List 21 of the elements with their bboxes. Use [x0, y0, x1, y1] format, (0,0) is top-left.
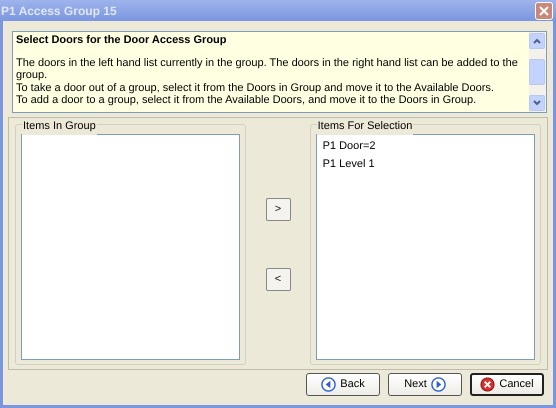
list-item[interactable]: P1 Level 1 — [322, 155, 528, 173]
close-icon — [539, 6, 549, 16]
group-title: Items In Group — [22, 118, 97, 134]
move-button[interactable]: < — [266, 268, 290, 291]
info-text: To take a door out of a group, select it from the Doors in Group and move it to the Available Doors. — [16, 82, 495, 94]
move-button[interactable]: > — [266, 198, 290, 221]
scroll-thumb[interactable] — [529, 59, 545, 85]
list-box[interactable]: P1 Door=2 P1 Level 1 — [316, 134, 535, 360]
list-item[interactable]: P1 Door=2 — [322, 137, 528, 155]
window-title: P1 Access Group 15 — [1, 2, 117, 20]
back-button[interactable]: Back — [306, 373, 380, 396]
scroll-up-icon[interactable] — [529, 33, 545, 49]
cancel-icon — [480, 377, 496, 392]
group-title: Items For Selection — [316, 118, 414, 134]
info-heading: Select Doors for the Door Access Group — [16, 34, 228, 46]
cancel-button[interactable]: Cancel — [470, 373, 544, 396]
info-text: The doors in the left hand list currently in the group. The doors in the right hand list can be added to the group. — [16, 56, 519, 82]
scroll-down-icon[interactable] — [529, 95, 545, 111]
next-button[interactable]: Next — [388, 373, 462, 396]
close-button[interactable] — [535, 2, 553, 20]
info-text: To add a door to a group, select it from the Available Doors, and move it to the Doors in Group. — [16, 94, 478, 106]
